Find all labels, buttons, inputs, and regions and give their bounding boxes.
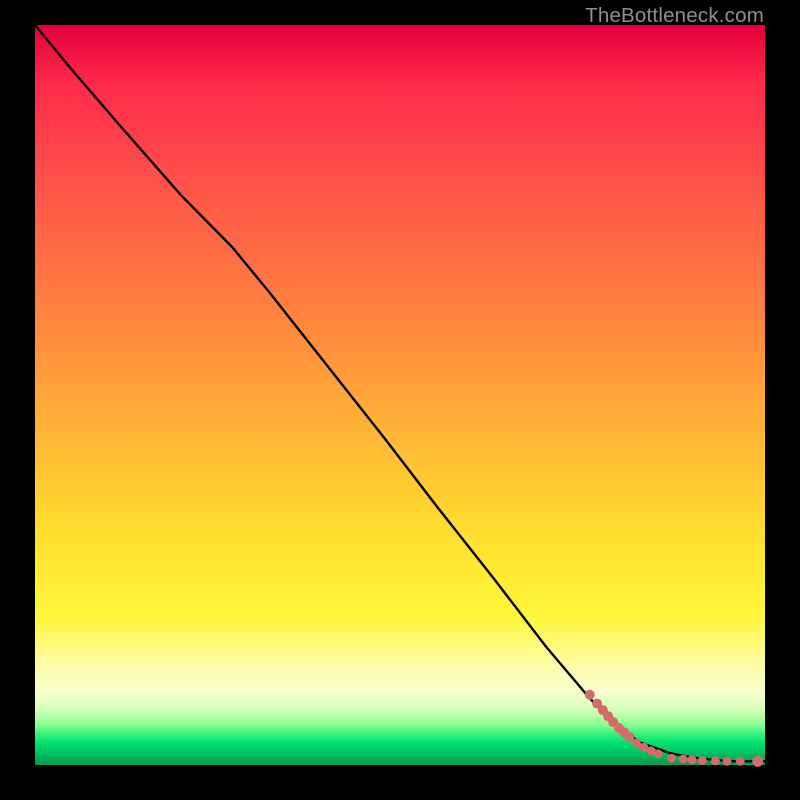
chart-overlay (0, 0, 800, 800)
marker-dot (654, 749, 663, 758)
marker-dot (752, 756, 763, 767)
curve-path (35, 25, 765, 761)
marker-dot (723, 757, 732, 766)
chart-stage: TheBottleneck.com (0, 0, 800, 800)
marker-points (585, 690, 763, 767)
marker-dot (667, 754, 676, 763)
marker-dot (679, 755, 688, 764)
curve-line (35, 25, 765, 761)
marker-dot (711, 756, 720, 765)
marker-dot (585, 690, 595, 700)
marker-dot (736, 757, 745, 766)
marker-dot (698, 756, 707, 765)
marker-dot (688, 755, 697, 764)
